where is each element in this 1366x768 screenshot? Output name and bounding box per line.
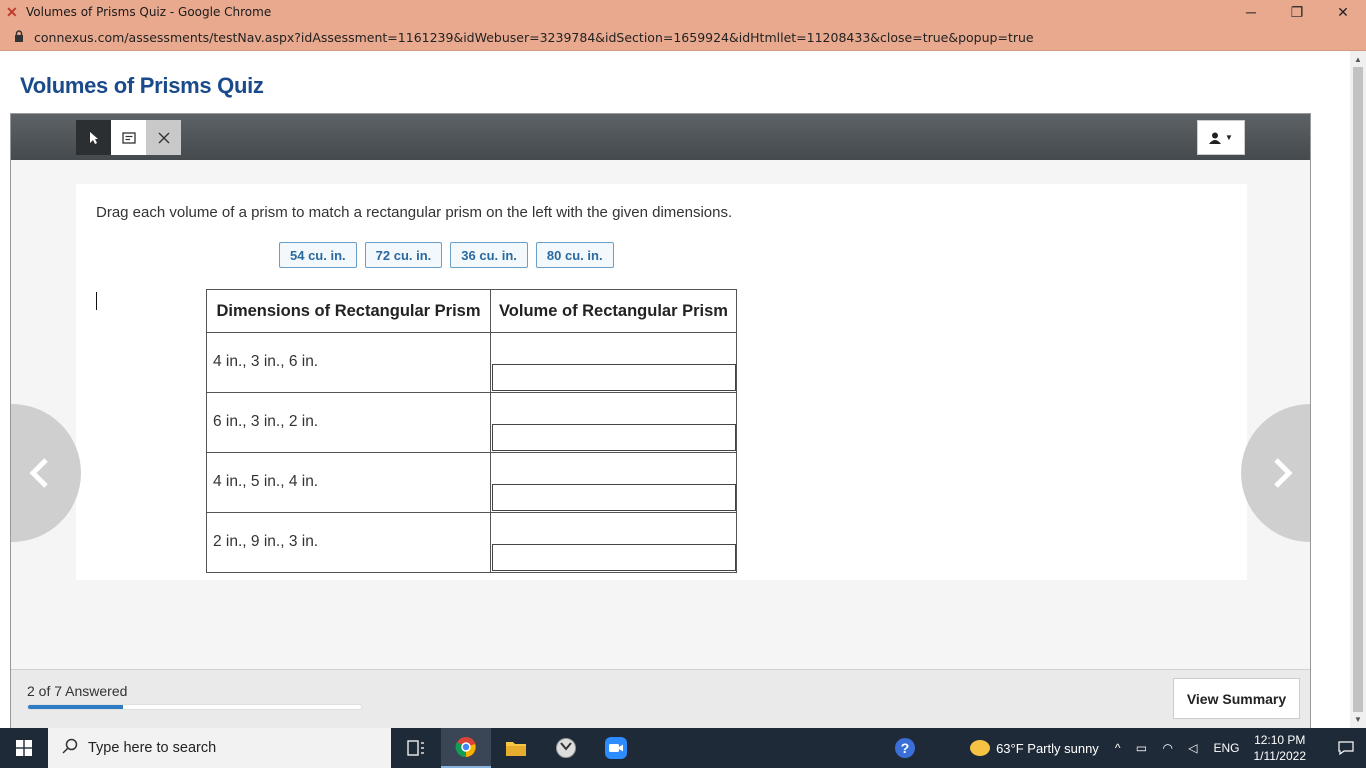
page-content: Volumes of Prisms Quiz ▼ Drag each volum… xyxy=(0,51,1350,728)
answer-choice-36[interactable]: 36 cu. in. xyxy=(450,242,528,268)
view-summary-button[interactable]: View Summary xyxy=(1173,678,1300,719)
chrome-taskbar-button[interactable] xyxy=(441,728,491,768)
chrome-icon xyxy=(455,737,476,758)
start-button[interactable] xyxy=(0,728,48,768)
task-view-button[interactable] xyxy=(391,728,441,768)
help-taskbar-button[interactable]: ? xyxy=(880,728,930,768)
chevron-left-icon xyxy=(29,458,48,488)
window-titlebar: ✕ Volumes of Prisms Quiz - Google Chrome… xyxy=(0,0,1366,24)
lock-icon xyxy=(14,30,26,44)
notification-icon xyxy=(1338,741,1354,755)
table-header-row: Dimensions of Rectangular Prism Volume o… xyxy=(206,289,737,333)
app-icon xyxy=(556,738,576,758)
table-row: 4 in., 3 in., 6 in. xyxy=(206,332,737,393)
pointer-tool-button[interactable] xyxy=(76,120,111,155)
search-placeholder: Type here to search xyxy=(88,740,217,756)
video-camera-icon xyxy=(605,737,627,759)
progress-fill xyxy=(28,705,124,709)
zoom-taskbar-button[interactable] xyxy=(591,728,641,768)
table-row: 4 in., 5 in., 4 in. xyxy=(206,452,737,513)
partly-sunny-icon xyxy=(970,740,991,756)
dimensions-cell: 4 in., 5 in., 4 in. xyxy=(206,452,491,513)
note-icon xyxy=(121,131,136,144)
window-controls: ─ ❐ ✕ xyxy=(1228,0,1366,24)
folder-icon xyxy=(506,742,526,756)
column-header-volume: Volume of Rectangular Prism xyxy=(490,289,737,333)
quiz-footer: 2 of 7 Answered View Summary xyxy=(11,669,1310,728)
answer-choice-54[interactable]: 54 cu. in. xyxy=(279,242,357,268)
address-bar[interactable]: connexus.com/assessments/testNav.aspx?id… xyxy=(0,24,1366,51)
weather-widget[interactable]: 63°F Partly sunny xyxy=(970,740,1099,756)
taskbar-clock[interactable]: 12:10 PM 1/11/2022 xyxy=(1254,732,1307,764)
quiz-frame: ▼ Drag each volume of a prism to match a… xyxy=(10,113,1311,728)
drop-target-2[interactable] xyxy=(492,424,736,451)
scroll-thumb[interactable] xyxy=(1353,67,1363,712)
taskbar-search[interactable]: Type here to search xyxy=(48,728,391,768)
pointer-icon xyxy=(89,131,98,144)
app-taskbar-button[interactable] xyxy=(541,728,591,768)
dimensions-cell: 4 in., 3 in., 6 in. xyxy=(206,332,491,393)
windows-logo-icon xyxy=(16,740,32,756)
clock-date: 1/11/2022 xyxy=(1253,749,1307,763)
dimensions-cell: 2 in., 9 in., 3 in. xyxy=(206,512,491,573)
drop-target-3[interactable] xyxy=(492,484,736,511)
answer-choices: 54 cu. in. 72 cu. in. 36 cu. in. 80 cu. … xyxy=(279,242,614,268)
text-cursor xyxy=(96,292,97,310)
volume-cell xyxy=(490,332,737,393)
language-indicator[interactable]: ENG xyxy=(1213,741,1239,755)
help-icon: ? xyxy=(895,738,916,758)
clear-tool-button[interactable] xyxy=(146,120,181,155)
note-tool-button[interactable] xyxy=(111,120,146,155)
match-table: Dimensions of Rectangular Prism Volume o… xyxy=(206,289,737,573)
page-title: Volumes of Prisms Quiz xyxy=(20,73,264,98)
progress-bar xyxy=(27,704,362,710)
question-card: Drag each volume of a prism to match a r… xyxy=(76,184,1247,580)
table-row: 2 in., 9 in., 3 in. xyxy=(206,512,737,573)
volume-cell xyxy=(490,512,737,573)
restore-button[interactable]: ❐ xyxy=(1274,0,1320,24)
drop-target-4[interactable] xyxy=(492,544,736,571)
user-icon xyxy=(1209,132,1222,144)
window-title: Volumes of Prisms Quiz - Google Chrome xyxy=(26,5,272,19)
system-tray: ? 63°F Partly sunny ^ ▭ ◠ ◁ ENG 12:10 PM… xyxy=(880,728,1366,768)
close-icon xyxy=(158,132,169,143)
system-tray-icons[interactable]: ^ ▭ ◠ ◁ xyxy=(1115,741,1204,755)
volume-cell xyxy=(490,452,737,513)
answer-choice-72[interactable]: 72 cu. in. xyxy=(364,242,443,268)
quiz-toolbar: ▼ xyxy=(11,114,1310,160)
volume-cell xyxy=(490,392,737,453)
windows-taskbar: Type here to search ? 63°F Partly sunny … xyxy=(0,728,1366,768)
answer-choice-80[interactable]: 80 cu. in. xyxy=(535,242,614,268)
minimize-button[interactable]: ─ xyxy=(1228,0,1274,24)
vertical-scrollbar[interactable]: ▲ ▼ xyxy=(1350,51,1366,728)
chevron-right-icon xyxy=(1273,458,1293,488)
answered-count: 2 of 7 Answered xyxy=(27,683,128,699)
connexus-favicon-icon: ✕ xyxy=(6,4,18,20)
user-menu-button[interactable]: ▼ xyxy=(1197,120,1245,155)
column-header-dimensions: Dimensions of Rectangular Prism xyxy=(206,289,491,333)
close-window-button[interactable]: ✕ xyxy=(1320,0,1366,24)
scroll-down-icon[interactable]: ▼ xyxy=(1354,715,1362,724)
clock-time: 12:10 PM xyxy=(1254,733,1306,747)
chevron-down-icon: ▼ xyxy=(1225,133,1233,142)
file-explorer-button[interactable] xyxy=(491,728,541,768)
table-row: 6 in., 3 in., 2 in. xyxy=(206,392,737,453)
drop-target-1[interactable] xyxy=(492,364,736,391)
search-icon xyxy=(62,738,78,759)
url-text[interactable]: connexus.com/assessments/testNav.aspx?id… xyxy=(34,30,1034,45)
svg-text:?: ? xyxy=(901,740,910,756)
question-instruction: Drag each volume of a prism to match a r… xyxy=(96,204,733,221)
dimensions-cell: 6 in., 3 in., 2 in. xyxy=(206,392,491,453)
notifications-button[interactable] xyxy=(1326,741,1366,755)
weather-text: 63°F Partly sunny xyxy=(996,740,1099,756)
task-view-icon xyxy=(407,740,424,756)
scroll-up-icon[interactable]: ▲ xyxy=(1354,55,1362,64)
